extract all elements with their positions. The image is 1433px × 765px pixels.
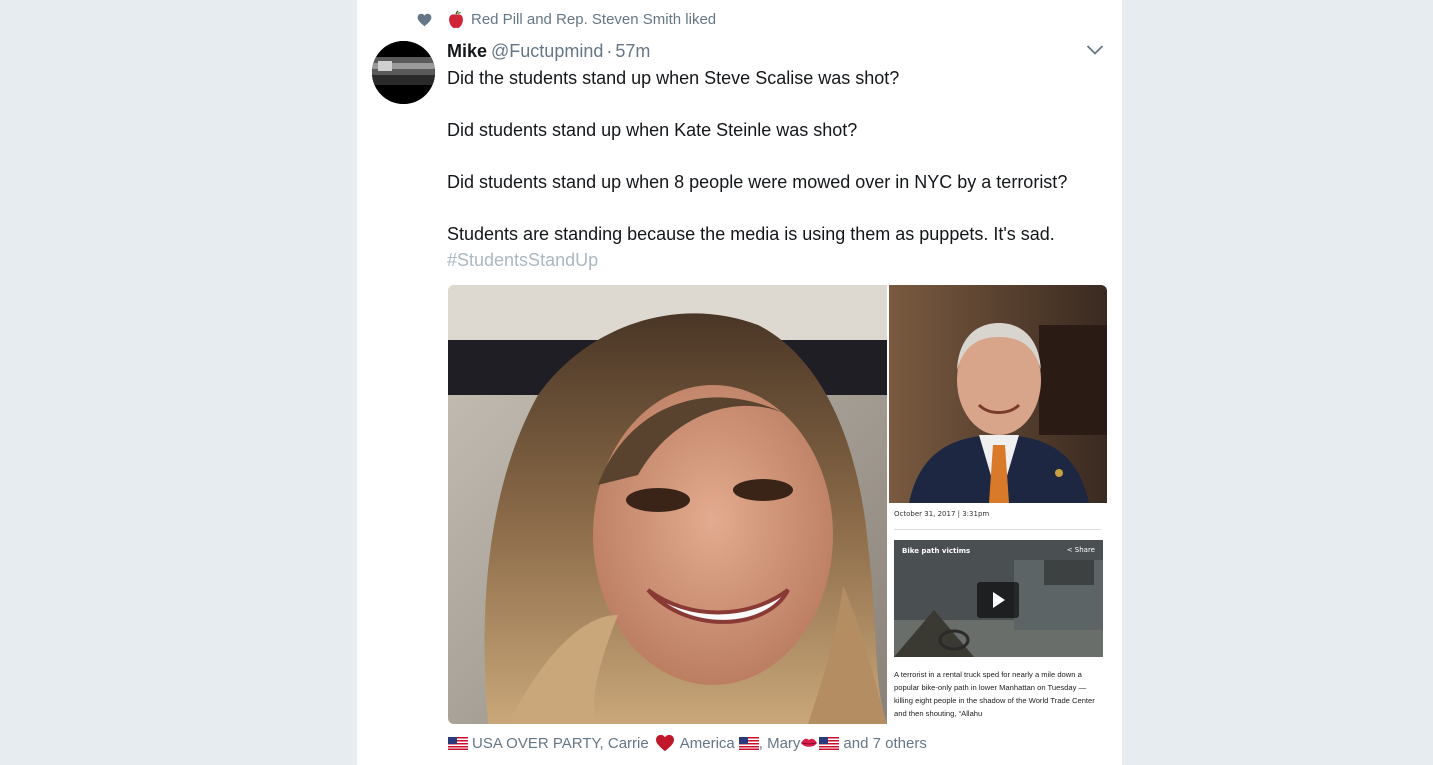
us-flag-icon [448, 736, 468, 750]
likers-text: USA OVER PARTY, Carrie [472, 734, 649, 752]
hashtag-link[interactable]: #StudentsStandUp [447, 247, 1107, 273]
author-name[interactable]: Mike [447, 41, 487, 61]
apple-icon [449, 10, 463, 29]
tweet-line: Did students stand up when 8 people were… [447, 172, 1068, 192]
us-flag-icon [738, 736, 759, 750]
red-heart-icon [655, 734, 674, 752]
likers-list[interactable]: USA OVER PARTY, Carrie America , Mary an… [448, 734, 927, 752]
lips-icon [801, 738, 818, 747]
news-article-screenshot[interactable]: October 31, 2017 | 3:31pm Bike path vict… [889, 505, 1107, 724]
us-flag-icon [819, 736, 840, 750]
separator-dot: · [606, 41, 613, 61]
heart-icon [417, 13, 432, 26]
social-context[interactable]: Red Pill and Rep. Steven Smith liked [417, 10, 716, 29]
video-share[interactable]: < Share [1067, 546, 1095, 554]
tweet-line: Did the students stand up when Steve Sca… [447, 68, 900, 88]
portrait-photo[interactable] [448, 285, 887, 724]
likers-others[interactable]: and 7 others [843, 735, 926, 752]
tweet-header: Mike @Fuctupmind · 57m [447, 40, 650, 62]
tweet-line: Students are standing because the media … [447, 224, 1055, 244]
congressman-photo[interactable] [889, 285, 1107, 503]
article-body: A terrorist in a rental truck sped for n… [894, 670, 1095, 718]
play-icon[interactable] [977, 582, 1019, 618]
avatar[interactable] [372, 41, 435, 104]
avatar-image [372, 41, 435, 104]
timeline-column: Red Pill and Rep. Steven Smith liked Mik… [357, 0, 1122, 765]
divider [894, 529, 1101, 530]
tweet-timestamp[interactable]: 57m [615, 41, 650, 61]
video-player[interactable]: Bike path victims < Share [894, 540, 1103, 657]
tweet-text: Did the students stand up when Steve Sca… [447, 65, 1107, 273]
tweet-line: Did students stand up when Kate Steinle … [447, 120, 858, 140]
chevron-down-icon[interactable] [1086, 44, 1104, 56]
social-context-text: Red Pill and Rep. Steven Smith liked [471, 11, 717, 28]
likers-text: , Mary [758, 734, 801, 752]
video-title: Bike path victims [902, 547, 971, 555]
article-date: October 31, 2017 | 3:31pm [894, 510, 990, 518]
author-handle[interactable]: @Fuctupmind [491, 41, 603, 61]
tweet-media: October 31, 2017 | 3:31pm Bike path vict… [448, 285, 1107, 724]
likers-text: America [679, 734, 735, 752]
